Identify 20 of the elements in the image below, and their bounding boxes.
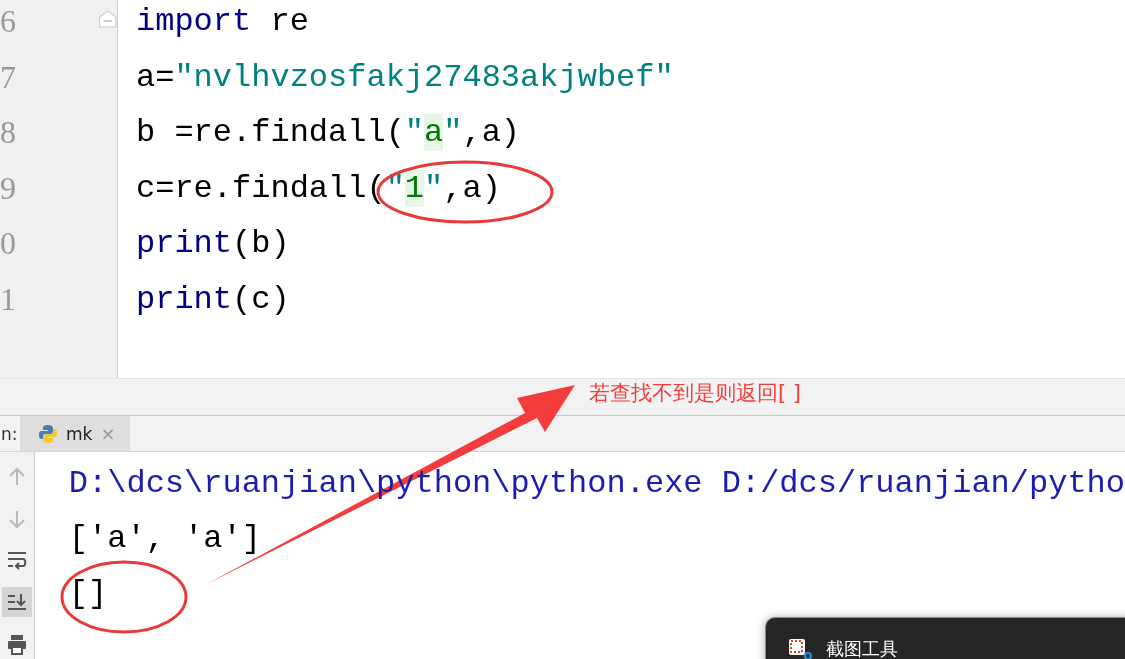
snipping-tool-icon	[788, 638, 812, 659]
annotation-text: 若查找不到是则返回[ ]	[589, 380, 802, 407]
code-line: import re	[136, 2, 310, 42]
line-number: 9	[0, 168, 16, 208]
console-line: ['a', 'a']	[68, 519, 261, 559]
console-line: []	[68, 574, 108, 614]
code-line: b =re.findall("a",a)	[136, 113, 522, 153]
line-number: 1	[0, 279, 16, 319]
line-number: 0	[0, 224, 16, 263]
python-icon	[38, 423, 58, 444]
code-line: print(b)	[136, 224, 291, 264]
line-number: 7	[0, 57, 16, 97]
line-number: 6	[0, 2, 16, 41]
line-number: 8	[0, 113, 16, 152]
code-line: a="nvlhvzosfakj27483akjwbef"	[136, 57, 674, 98]
popup-title: 截图工具	[826, 638, 898, 659]
run-label: n:	[1, 423, 19, 444]
run-tab[interactable]: mk ×	[20, 416, 130, 451]
scroll-to-end-icon[interactable]	[1, 587, 32, 618]
code-line: print(c)	[136, 279, 291, 320]
